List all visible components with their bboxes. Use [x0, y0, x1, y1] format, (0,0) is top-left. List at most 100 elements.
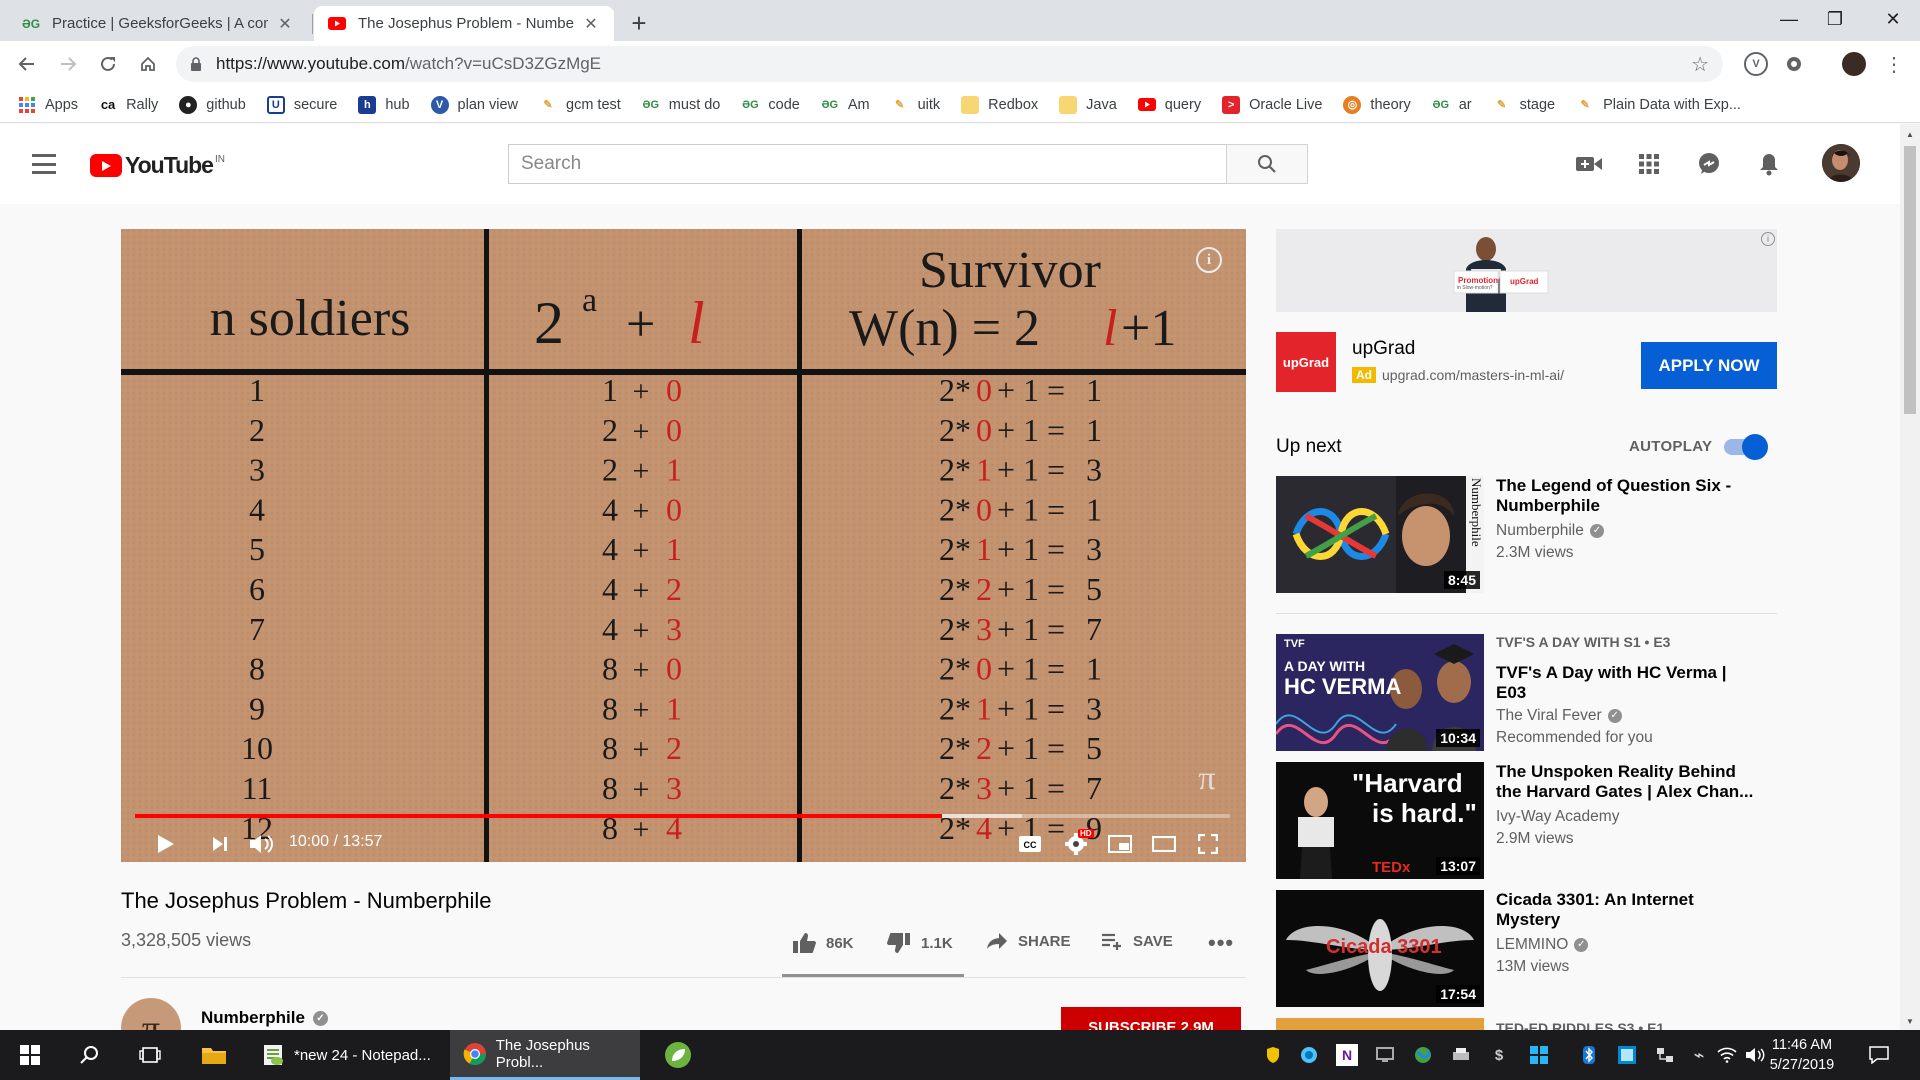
- ad-banner-image[interactable]: Promotion in Slow-motion? upGrad: [1276, 229, 1777, 312]
- apps-icon[interactable]: [1635, 150, 1663, 178]
- fullscreen-button[interactable]: [1191, 827, 1225, 861]
- bookmark-star-icon[interactable]: ☆: [1691, 52, 1709, 77]
- taskbar-item-chrome[interactable]: The Josephus Probl...: [450, 1030, 640, 1080]
- vpn-extension-icon[interactable]: V: [1744, 52, 1768, 76]
- spring-tool-button[interactable]: [650, 1030, 706, 1080]
- ad-info-icon[interactable]: i: [1761, 232, 1775, 246]
- bookmark-java[interactable]: Java: [1059, 95, 1117, 114]
- action-center-icon[interactable]: [1868, 1044, 1890, 1066]
- video-thumbnail[interactable]: Cicada 3301 17:54: [1276, 890, 1484, 1007]
- channel-name[interactable]: Numberphile ✓: [201, 1008, 328, 1028]
- miniplayer-button[interactable]: [1103, 827, 1137, 861]
- youtube-logo[interactable]: YouTube IN: [90, 152, 225, 179]
- start-button[interactable]: [0, 1030, 60, 1080]
- video-channel[interactable]: Ivy-Way Academy: [1496, 806, 1619, 828]
- video-title[interactable]: Cicada 3301: An Internet Mystery: [1496, 890, 1756, 930]
- tray-globe-icon[interactable]: [1412, 1044, 1434, 1066]
- bookmark-gcm-test[interactable]: ✎ gcm test: [539, 96, 620, 114]
- video-channel[interactable]: The Viral Fever ✓: [1496, 705, 1622, 727]
- bookmark-uitk[interactable]: ✎ uitk: [891, 96, 940, 114]
- bookmark-query[interactable]: query: [1137, 96, 1201, 114]
- tray-windows-icon[interactable]: [1528, 1044, 1550, 1066]
- next-button[interactable]: [203, 827, 237, 861]
- new-tab-button[interactable]: +: [624, 8, 654, 39]
- account-avatar[interactable]: [1822, 144, 1860, 182]
- bookmark-secure[interactable]: Usecure: [266, 95, 337, 114]
- search-button[interactable]: [1226, 144, 1308, 184]
- bookmark-oracle-live[interactable]: > Oracle Live: [1222, 95, 1322, 114]
- tray-monitor-icon[interactable]: [1374, 1044, 1396, 1066]
- minimize-button[interactable]: —: [1766, 0, 1812, 38]
- bookmark-must-do[interactable]: ƏG must do: [642, 96, 721, 114]
- wifi-icon[interactable]: [1716, 1044, 1738, 1066]
- settings-button[interactable]: HD: [1059, 827, 1094, 861]
- recommended-video[interactable]: TED-ED RIDDLES S3 • E1: [1276, 1018, 1777, 1030]
- search-taskbar-button[interactable]: [60, 1030, 120, 1080]
- maximize-button[interactable]: ❐: [1812, 0, 1858, 38]
- recommended-video[interactable]: TVF A DAY WITH HC VERMA 10:34 TVF'S A DA…: [1276, 634, 1777, 752]
- captions-button[interactable]: CC: [1015, 827, 1045, 861]
- home-button[interactable]: [133, 49, 163, 79]
- video-thumbnail[interactable]: "Harvard is hard." TEDx 13:07: [1276, 762, 1484, 879]
- volume-button[interactable]: [245, 827, 279, 861]
- video-thumbnail[interactable]: Numberphile 8:45: [1276, 476, 1484, 593]
- tray-app-icon[interactable]: [1298, 1044, 1320, 1066]
- dislike-button[interactable]: 1.1K: [887, 932, 953, 954]
- system-clock[interactable]: 11:46 AM 5/27/2019: [1762, 1035, 1842, 1075]
- bookmark-ar[interactable]: ƏG ar: [1432, 96, 1471, 114]
- back-button[interactable]: [12, 49, 42, 79]
- tab-geeksforgeeks[interactable]: ƏG Practice | GeeksforGeeks | A com ✕: [8, 6, 308, 41]
- file-explorer-button[interactable]: [186, 1030, 242, 1080]
- close-tab-icon[interactable]: ✕: [276, 14, 294, 34]
- scrollbar-thumb[interactable]: [1904, 146, 1916, 414]
- recommended-video[interactable]: "Harvard is hard." TEDx 13:07 The Unspok…: [1276, 762, 1777, 880]
- search-input[interactable]: Search: [508, 144, 1227, 184]
- play-button[interactable]: [149, 827, 183, 861]
- address-bar[interactable]: https://www.youtube.com/watch?v=uCsD3ZGz…: [176, 46, 1723, 82]
- bookmark-plain-data[interactable]: ✎ Plain Data with Exp...: [1576, 96, 1741, 114]
- reload-button[interactable]: [93, 49, 123, 79]
- bookmark-code[interactable]: ƏG code: [741, 96, 800, 114]
- bookmark-github[interactable]: ● github: [179, 95, 246, 114]
- extension-circle-icon[interactable]: [1782, 52, 1806, 76]
- recommended-video[interactable]: Numberphile 8:45 The Legend of Question …: [1276, 476, 1777, 594]
- video-channel[interactable]: LEMMINO ✓: [1496, 934, 1589, 956]
- recommended-video[interactable]: Cicada 3301 17:54 Cicada 3301: An Intern…: [1276, 890, 1777, 1008]
- like-button[interactable]: 86K: [792, 932, 854, 954]
- theater-mode-button[interactable]: [1147, 827, 1181, 861]
- video-info-button[interactable]: i: [1196, 247, 1222, 273]
- bookmark-stage[interactable]: ✎ stage: [1493, 96, 1555, 114]
- ad-logo[interactable]: upGrad: [1276, 332, 1336, 392]
- taskbar-item-notepadpp[interactable]: *new 24 - Notepad...: [250, 1030, 440, 1080]
- video-channel[interactable]: Numberphile ✓: [1496, 520, 1604, 542]
- bluetooth-icon[interactable]: [1578, 1044, 1600, 1066]
- bookmark-apps[interactable]: Apps: [18, 96, 78, 114]
- messages-icon[interactable]: [1695, 150, 1723, 178]
- share-button[interactable]: SHARE: [986, 932, 1071, 950]
- tray-app2-icon[interactable]: [1616, 1044, 1638, 1066]
- save-button[interactable]: SAVE: [1101, 932, 1173, 950]
- bookmark-am[interactable]: ƏG Am: [821, 96, 870, 114]
- video-thumbnail[interactable]: [1276, 1018, 1484, 1030]
- close-window-button[interactable]: ✕: [1870, 0, 1916, 38]
- bookmark-hub[interactable]: h hub: [358, 95, 410, 114]
- video-thumbnail[interactable]: TVF A DAY WITH HC VERMA 10:34: [1276, 634, 1484, 751]
- bookmark-redbox[interactable]: Redbox: [961, 95, 1038, 114]
- profile-avatar[interactable]: [1842, 52, 1866, 76]
- video-title[interactable]: The Legend of Question Six - Numberphile: [1496, 476, 1756, 516]
- menu-icon[interactable]: [32, 154, 56, 174]
- scroll-down-arrow-icon[interactable]: ▼: [1906, 1017, 1914, 1026]
- power-plug-icon[interactable]: ⌁: [1688, 1044, 1710, 1066]
- tab-youtube-josephus[interactable]: The Josephus Problem - Number ✕: [314, 6, 614, 41]
- tray-printer-icon[interactable]: [1450, 1044, 1472, 1066]
- video-player[interactable]: n soldiers 2 a + l Survivor W(n) = 2 l +…: [121, 229, 1246, 862]
- bookmark-plan-view[interactable]: Vplan view: [430, 95, 518, 114]
- chrome-menu-icon[interactable]: ⋮: [1882, 52, 1906, 76]
- apply-now-button[interactable]: APPLY NOW: [1641, 342, 1777, 389]
- task-view-button[interactable]: [120, 1030, 180, 1080]
- page-scrollbar[interactable]: ▲ ▼: [1900, 124, 1920, 1030]
- more-actions-icon[interactable]: •••: [1208, 930, 1234, 956]
- forward-button[interactable]: [53, 49, 83, 79]
- bookmark-theory[interactable]: ◎ theory: [1343, 95, 1411, 114]
- video-title[interactable]: TVF's A Day with HC Verma | E03: [1496, 663, 1756, 703]
